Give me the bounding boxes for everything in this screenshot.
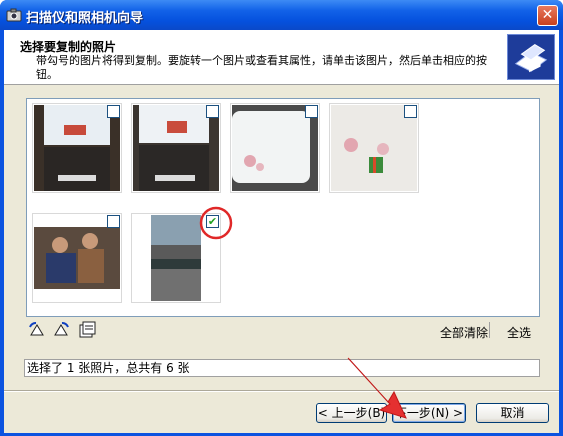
- properties-icon[interactable]: [78, 321, 96, 339]
- pointer-arrow: [347, 357, 407, 419]
- close-button[interactable]: ✕: [537, 5, 558, 26]
- photo-checkbox[interactable]: [305, 105, 318, 118]
- photo-thumbnail[interactable]: [32, 213, 122, 303]
- title-bar[interactable]: 扫描仪和照相机向导 ✕: [0, 0, 563, 30]
- wizard-header: 选择要复制的照片 带勾号的图片将得到复制。要旋转一个图片或查看其属性，请单击该图…: [4, 30, 559, 85]
- rotate-left-icon[interactable]: [28, 321, 46, 339]
- wizard-body: 选择要复制的照片 带勾号的图片将得到复制。要旋转一个图片或查看其属性，请单击该图…: [4, 30, 559, 433]
- photo-list[interactable]: ✔: [26, 98, 540, 317]
- selection-status: 选择了 1 张照片，总共有 6 张: [24, 359, 540, 377]
- photo-checkbox[interactable]: [107, 215, 120, 228]
- photo-thumbnail[interactable]: [230, 103, 320, 193]
- cancel-button[interactable]: 取消: [476, 403, 549, 423]
- photo-thumbnail[interactable]: [32, 103, 122, 193]
- wizard-window: 扫描仪和照相机向导 ✕ 选择要复制的照片 带勾号的图片将得到复制。要旋转一个图片…: [0, 0, 563, 436]
- close-icon: ✕: [541, 7, 554, 23]
- camera-icon: [6, 8, 22, 22]
- window-title: 扫描仪和照相机向导: [26, 11, 144, 26]
- page-title: 选择要复制的照片: [20, 40, 117, 54]
- scanner-wizard-icon: [507, 34, 555, 80]
- photo-thumbnail[interactable]: [329, 103, 419, 193]
- button-divider: [4, 390, 559, 392]
- rotate-right-icon[interactable]: [52, 321, 70, 339]
- photo-checkbox[interactable]: [404, 105, 417, 118]
- photo-checkbox[interactable]: [206, 105, 219, 118]
- page-description: 带勾号的图片将得到复制。要旋转一个图片或查看其属性，请单击该图片，然后单击相应的…: [36, 54, 487, 81]
- toolbar-divider: [489, 322, 490, 338]
- clear-all-button[interactable]: 全部清除: [440, 324, 488, 341]
- photo-checkbox[interactable]: [107, 105, 120, 118]
- select-all-button[interactable]: 全选: [507, 324, 531, 341]
- photo-thumbnail[interactable]: [131, 103, 221, 193]
- highlight-circle: [199, 206, 233, 240]
